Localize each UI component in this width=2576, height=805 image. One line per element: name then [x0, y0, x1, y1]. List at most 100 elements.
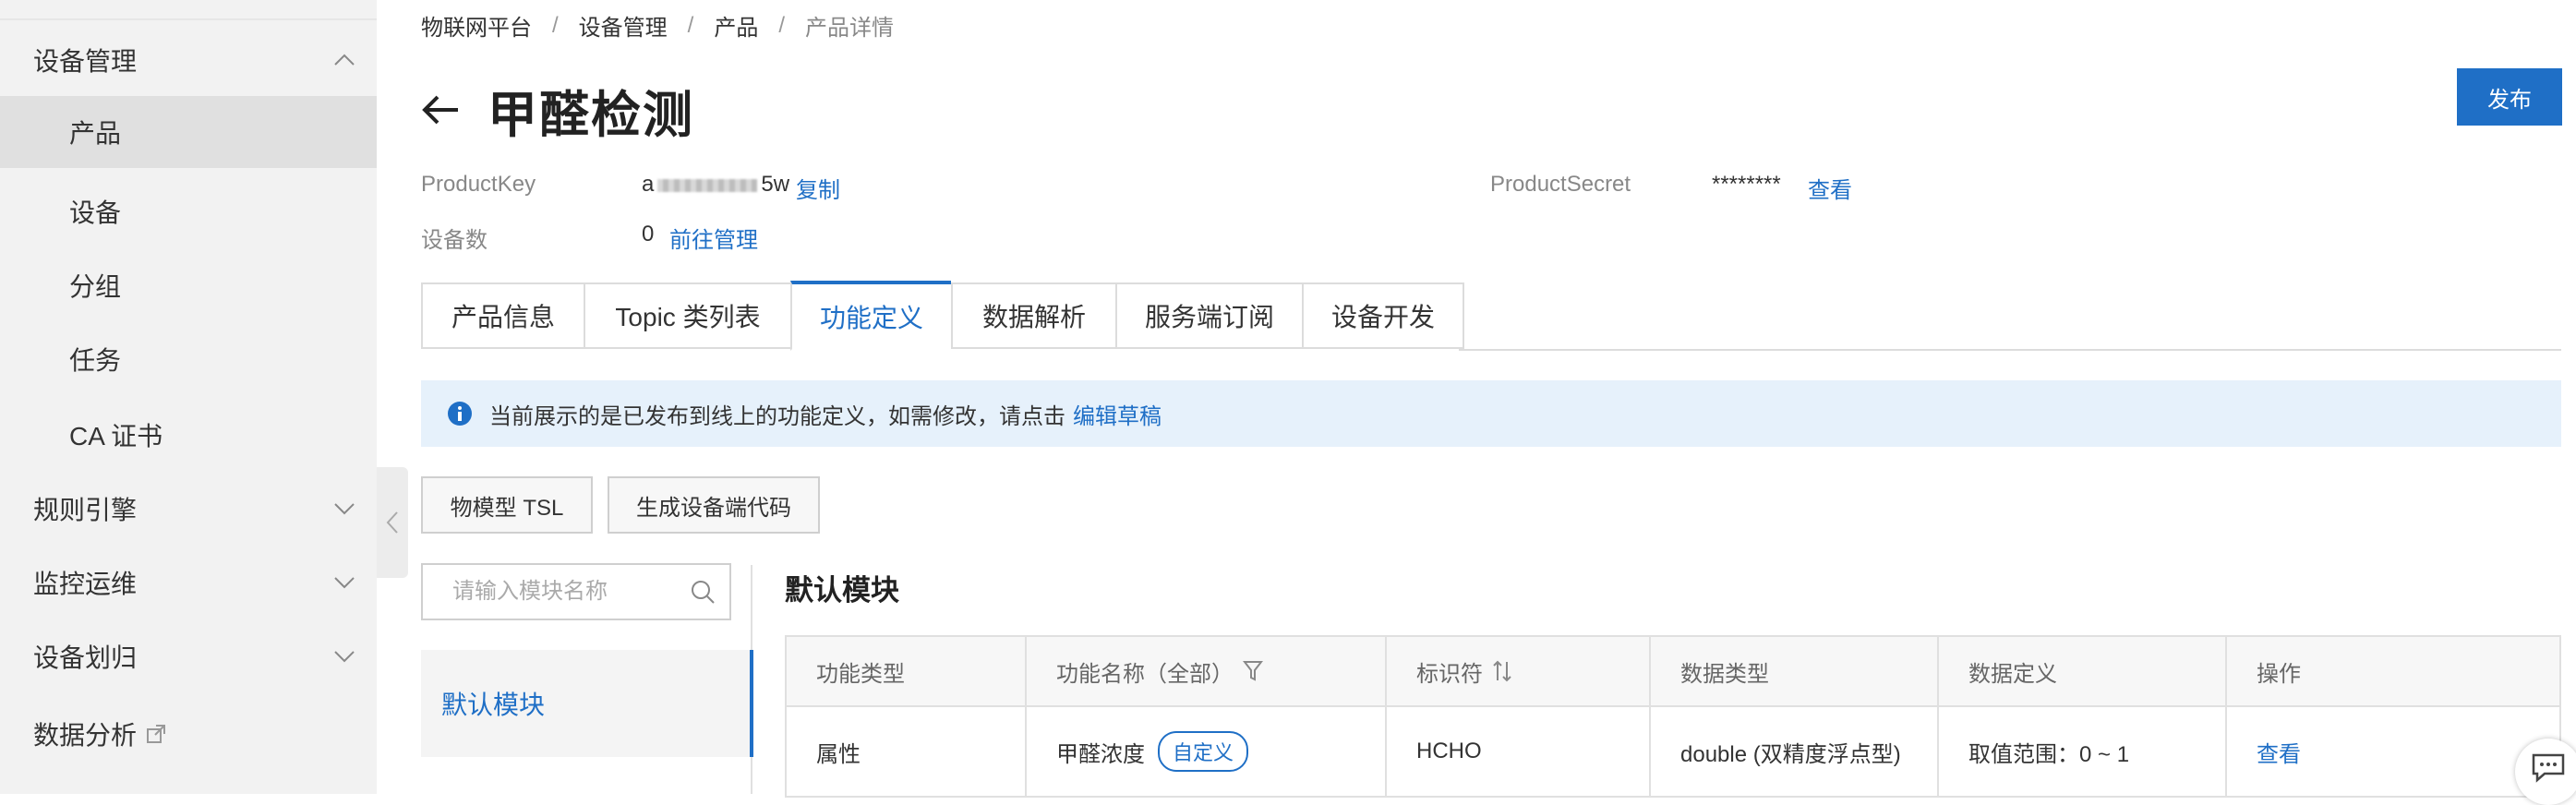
view-action-link[interactable]: 查看 [2257, 736, 2301, 768]
cell-text: 甲醛浓度 [1056, 741, 1145, 767]
module-search [421, 563, 731, 620]
tab-server-subscription[interactable]: 服务端订阅 [1115, 282, 1302, 349]
breadcrumb-separator: / [552, 12, 559, 38]
sidebar-item-label: 任务 [69, 346, 122, 375]
tab-product-info[interactable]: 产品信息 [421, 282, 584, 349]
view-secret-link[interactable]: 查看 [1808, 172, 1852, 204]
feature-table: 功能类型 功能名称（全部） 标识符 数据类型 数据定义 操作 属性 甲醛浓度 自… [785, 635, 2561, 798]
sidebar-group-rule-engine[interactable]: 规则引擎 [0, 476, 377, 541]
sidebar-group-label: 监控运维 [33, 570, 138, 598]
product-secret-value: ******** [1712, 172, 1781, 197]
sidebar-divider [0, 18, 377, 20]
header-identifier: 标识符 [1387, 637, 1651, 705]
chevron-left-icon [386, 511, 398, 534]
sidebar-group-device-assign[interactable]: 设备划归 [0, 624, 377, 689]
breadcrumb-item[interactable]: 产品 [714, 9, 758, 42]
breadcrumb-separator: / [778, 12, 786, 38]
device-count-label: 设备数 [421, 228, 488, 253]
product-key-label: ProductKey [421, 172, 536, 197]
edit-draft-link[interactable]: 编辑草稿 [1073, 398, 1162, 430]
cell-operation: 查看 [2227, 707, 2559, 796]
sidebar-item-label: 设备 [69, 198, 122, 227]
table-row: 属性 甲醛浓度 自定义 HCHO double (双精度浮点型) 取值范围：0 … [787, 707, 2559, 796]
chat-icon[interactable] [2515, 739, 2576, 805]
module-search-input[interactable] [451, 578, 676, 606]
generate-device-code-button[interactable]: 生成设备端代码 [608, 476, 820, 534]
sidebar-group-label: 设备管理 [33, 47, 138, 76]
tab-underline [1459, 349, 2561, 351]
cell-text: HCHO [1416, 739, 1482, 763]
sidebar-group-label: 设备划归 [33, 643, 138, 672]
breadcrumb-separator: / [687, 12, 694, 38]
sidebar-item-label: 分组 [69, 272, 122, 301]
tab-feature-definition[interactable]: 功能定义 [790, 281, 951, 351]
header-feature-name: 功能名称（全部） [1027, 637, 1387, 705]
tsl-model-button[interactable]: 物模型 TSL [421, 476, 593, 534]
sidebar-group-data-analysis[interactable]: 数据分析 [0, 702, 377, 766]
sidebar-item-group[interactable]: 分组 [0, 249, 377, 321]
chevron-up-icon [329, 44, 360, 76]
breadcrumb-item[interactable]: 设备管理 [579, 9, 668, 42]
tab-bar: 产品信息 Topic 类列表 功能定义 数据解析 服务端订阅 设备开发 [421, 281, 1464, 351]
header-label: 功能类型 [816, 661, 905, 687]
header-label: 标识符 [1416, 661, 1483, 687]
device-count-value: 0 [642, 222, 655, 246]
breadcrumb-item[interactable]: 物联网平台 [421, 9, 532, 42]
tab-device-development[interactable]: 设备开发 [1302, 282, 1464, 349]
back-arrow-icon[interactable] [417, 87, 463, 133]
sidebar-item-ca-cert[interactable]: CA 证书 [0, 399, 377, 471]
sidebar-item-label: 产品 [69, 119, 122, 148]
product-secret-label: ProductSecret [1490, 172, 1631, 197]
info-banner: 当前展示的是已发布到线上的功能定义，如需修改，请点击 编辑草稿 [421, 380, 2561, 447]
cell-text: 取值范围：0 ~ 1 [1968, 741, 2130, 767]
cell-identifier: HCHO [1387, 707, 1651, 796]
search-icon[interactable] [689, 578, 716, 606]
manage-devices-link[interactable]: 前往管理 [669, 222, 758, 254]
sidebar-group-label: 数据分析 [33, 721, 138, 750]
sidebar-item-product[interactable]: 产品 [0, 96, 377, 168]
tab-topic-list[interactable]: Topic 类列表 [584, 282, 790, 349]
header-data-type: 数据类型 [1651, 637, 1939, 705]
sidebar-item-task[interactable]: 任务 [0, 323, 377, 395]
sidebar: 设备管理 产品 设备 分组 任务 CA 证书 规则引擎 监控运维 设备划归 数据 [0, 0, 377, 794]
breadcrumb: 物联网平台 / 设备管理 / 产品 / 产品详情 [421, 9, 894, 42]
header-label: 功能名称（全部） [1056, 661, 1234, 687]
info-icon [447, 401, 473, 427]
cell-feature-type: 属性 [787, 707, 1027, 796]
product-key-suffix: 5w [761, 172, 790, 197]
header-data-definition: 数据定义 [1939, 637, 2227, 705]
sidebar-group-label: 规则引擎 [33, 496, 138, 524]
filter-icon[interactable] [1243, 660, 1263, 682]
sidebar-item-device[interactable]: 设备 [0, 175, 377, 247]
cell-data-type: double (双精度浮点型) [1651, 707, 1939, 796]
tab-data-parsing[interactable]: 数据解析 [951, 282, 1115, 349]
sidebar-group-monitoring[interactable]: 监控运维 [0, 550, 377, 615]
sort-icon[interactable] [1492, 660, 1512, 682]
sidebar-collapse-handle[interactable] [377, 467, 408, 578]
module-title: 默认模块 [785, 574, 899, 607]
banner-text: 当前展示的是已发布到线上的功能定义，如需修改，请点击 [489, 403, 1065, 429]
page-title: 甲醛检测 [488, 88, 694, 143]
header-label: 操作 [2257, 661, 2301, 687]
breadcrumb-current: 产品详情 [805, 16, 895, 41]
header-operation: 操作 [2227, 637, 2559, 705]
chevron-down-icon [329, 567, 360, 598]
product-key-prefix: a [642, 172, 655, 197]
module-active-indicator [750, 650, 753, 757]
cell-data-definition: 取值范围：0 ~ 1 [1939, 707, 2227, 796]
custom-tag: 自定义 [1158, 731, 1249, 772]
cell-text: 属性 [816, 741, 861, 767]
module-list-item[interactable]: 默认模块 [421, 650, 753, 757]
module-item-label: 默认模块 [441, 691, 546, 719]
header-label: 数据定义 [1968, 661, 2057, 687]
product-key-value: a 5w [642, 172, 789, 198]
publish-button[interactable]: 发布 [2457, 68, 2562, 126]
external-link-icon [146, 724, 166, 744]
sidebar-item-label: CA 证书 [69, 422, 163, 451]
chevron-down-icon [329, 493, 360, 524]
chevron-down-icon [329, 641, 360, 672]
header-feature-type: 功能类型 [787, 637, 1027, 705]
copy-link[interactable]: 复制 [796, 172, 840, 204]
cell-text: double (双精度浮点型) [1680, 741, 1901, 767]
sidebar-group-device-management[interactable]: 设备管理 [0, 28, 377, 92]
